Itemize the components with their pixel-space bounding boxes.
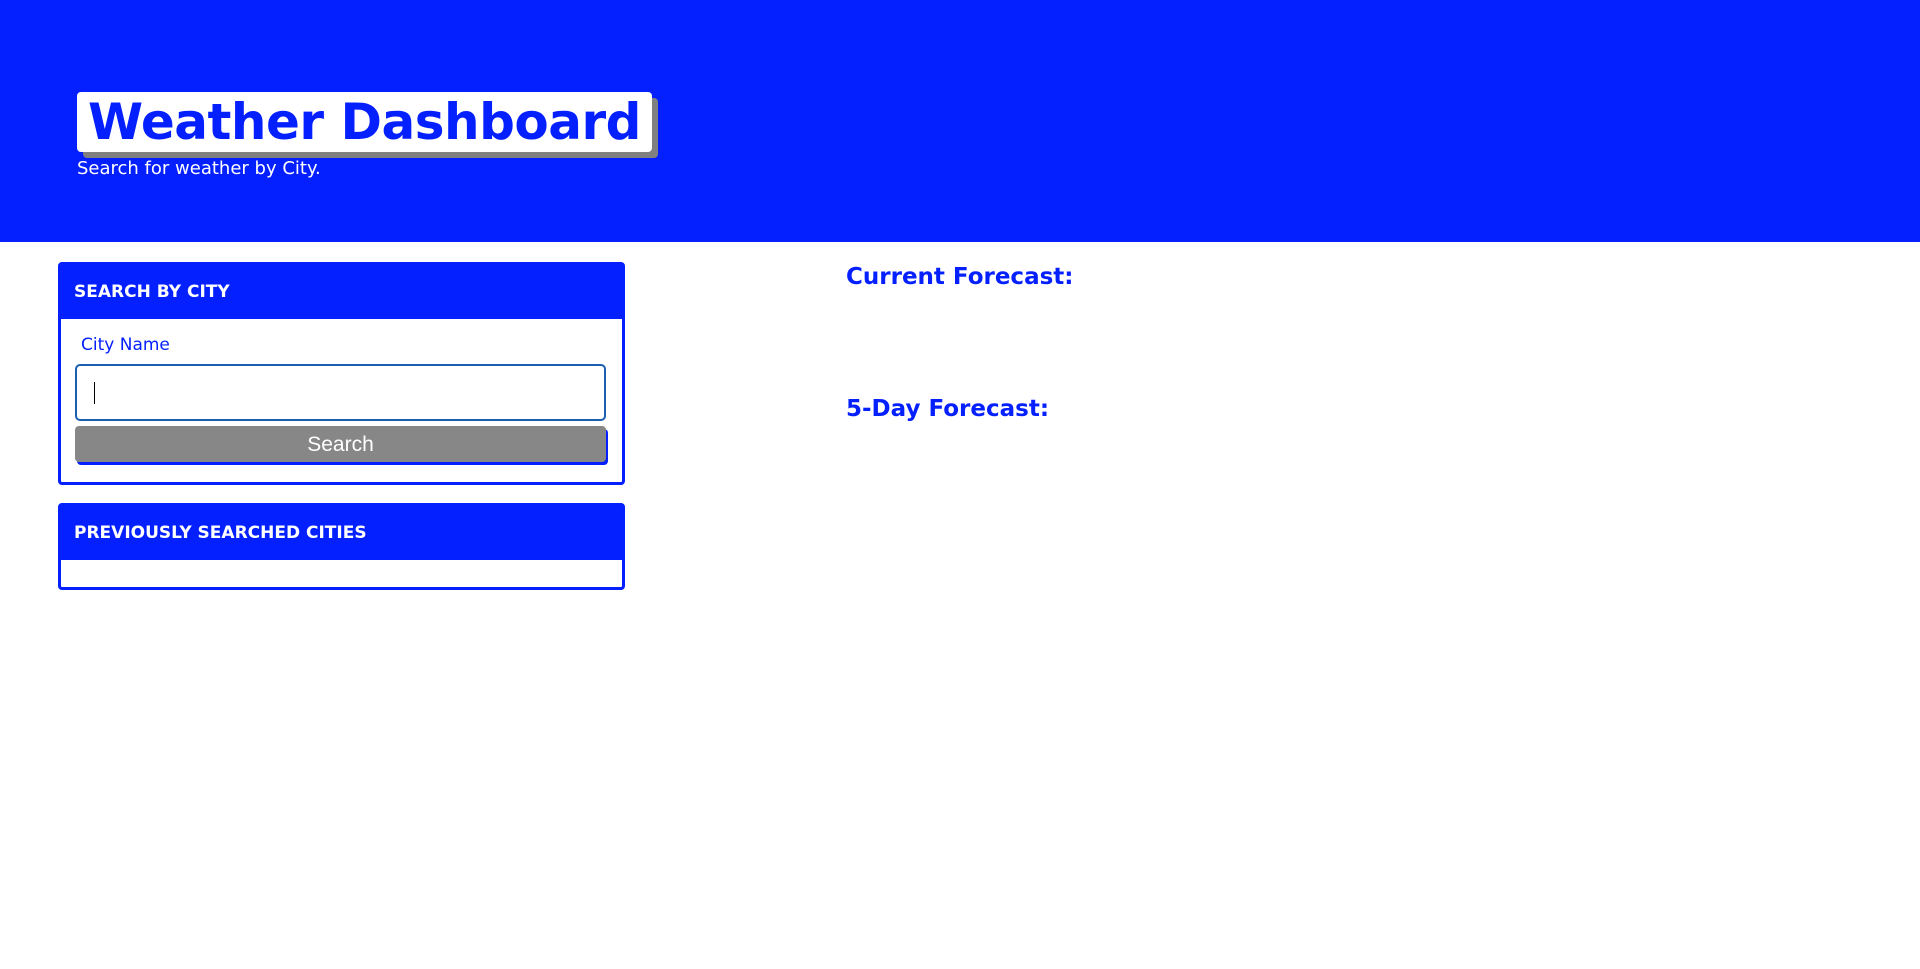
hero-banner: Weather Dashboard Search for weather by …: [0, 0, 1920, 242]
five-day-forecast-heading: 5-Day Forecast:: [846, 396, 1050, 422]
search-card: SEARCH BY CITY City Name Search: [58, 262, 625, 485]
city-name-input[interactable]: [75, 364, 606, 421]
current-forecast-heading: Current Forecast:: [846, 264, 1074, 290]
search-card-header: SEARCH BY CITY: [61, 265, 622, 319]
history-card: PREVIOUSLY SEARCHED CITIES: [58, 503, 625, 590]
page-title: Weather Dashboard: [77, 91, 652, 152]
city-name-label: City Name: [81, 335, 170, 355]
page-subtitle: Search for weather by City.: [77, 158, 321, 179]
five-day-forecast-area: [846, 428, 1846, 628]
history-card-header: PREVIOUSLY SEARCHED CITIES: [61, 506, 622, 560]
current-forecast-area: [846, 296, 1846, 386]
text-cursor: [94, 382, 95, 404]
search-button[interactable]: Search: [75, 426, 606, 462]
